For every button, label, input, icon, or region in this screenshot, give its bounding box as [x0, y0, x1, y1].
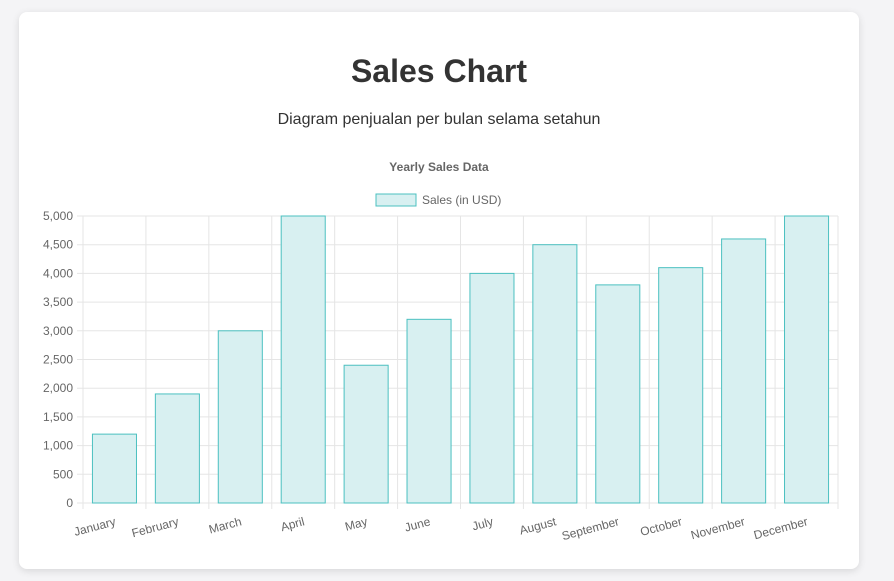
bar-june[interactable]: [406, 318, 452, 504]
bar-july[interactable]: [469, 272, 515, 504]
chart-legend[interactable]: Sales (in USD): [375, 193, 501, 207]
x-tick-label: March: [207, 514, 243, 536]
x-tick-label: April: [279, 514, 306, 534]
x-tick-label: January: [72, 514, 117, 539]
bar-february[interactable]: [154, 393, 200, 504]
y-tick-label: 1,000: [43, 439, 73, 453]
y-tick-label: 2,500: [43, 353, 73, 367]
bar-march[interactable]: [217, 330, 263, 504]
x-tick-label: June: [403, 514, 432, 534]
y-tick-label: 2,000: [43, 381, 73, 395]
bar-april[interactable]: [280, 215, 326, 504]
bar-november[interactable]: [721, 238, 767, 504]
legend-label: Sales (in USD): [422, 193, 501, 207]
x-tick-label: September: [560, 514, 620, 543]
bar-may[interactable]: [343, 364, 389, 504]
x-tick-label: August: [518, 514, 558, 537]
y-tick-label: 3,500: [43, 295, 73, 309]
x-axis: January February March April May June July Augu…: [72, 514, 809, 543]
y-tick-label: 5,000: [43, 209, 73, 223]
y-tick-label: 500: [53, 467, 73, 481]
x-tick-label: February: [130, 514, 180, 540]
bar-december[interactable]: [784, 215, 830, 504]
y-tick-label: 0: [66, 496, 73, 510]
y-tick-label: 3,000: [43, 324, 73, 338]
x-tick-label: November: [689, 514, 746, 542]
bar-september[interactable]: [595, 284, 641, 504]
y-tick-label: 4,000: [43, 266, 73, 280]
x-tick-label: December: [752, 514, 809, 542]
x-tick-label: July: [470, 514, 494, 533]
x-tick-label: May: [343, 514, 369, 533]
y-axis: 0 500 1,000 1,500 2,000 2,500 3,000 3,500 4,000 4…: [43, 209, 73, 510]
legend-swatch: [375, 193, 417, 207]
chart-title: Yearly Sales Data: [389, 160, 489, 174]
bar-january[interactable]: [91, 433, 137, 504]
sales-bar-chart: Yearly Sales Data Sales (in USD) 0 500 1,0…: [43, 160, 839, 543]
y-tick-label: 4,500: [43, 238, 73, 252]
bar-october[interactable]: [658, 267, 704, 504]
y-tick-label: 1,500: [43, 410, 73, 424]
bar-august[interactable]: [532, 244, 578, 504]
x-tick-label: October: [639, 514, 684, 539]
